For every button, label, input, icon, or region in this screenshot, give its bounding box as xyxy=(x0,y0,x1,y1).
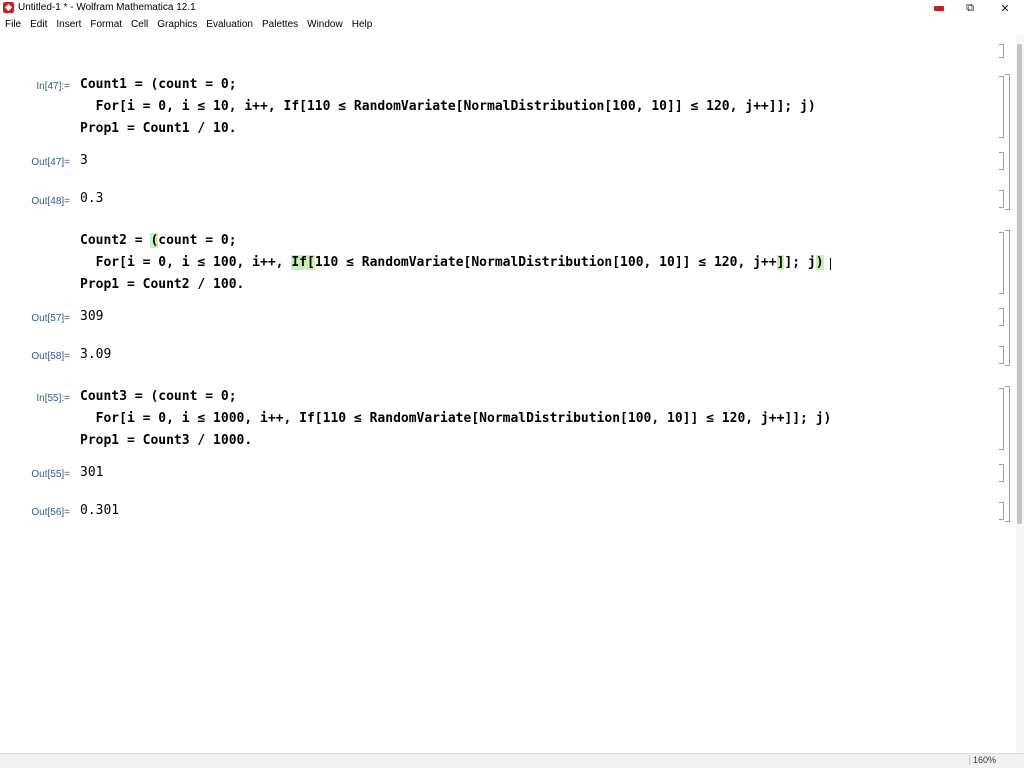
menu-window[interactable]: Window xyxy=(302,17,347,33)
cell-bracket[interactable] xyxy=(999,464,1004,482)
menu-file[interactable]: File xyxy=(0,17,25,33)
output-label-58: Out[58]= xyxy=(31,351,70,362)
cell-bracket[interactable] xyxy=(999,502,1004,520)
input-cell-count1[interactable]: Count1 = (count = 0; For[i = 0, i ≤ 10, … xyxy=(80,74,816,140)
cell-bracket[interactable] xyxy=(999,308,1004,326)
scrollbar-thumb[interactable] xyxy=(1017,44,1022,524)
output-cell-48[interactable]: 0.3 xyxy=(80,191,103,206)
menu-cell[interactable]: Cell xyxy=(126,17,152,33)
minimize-icon xyxy=(934,5,944,11)
output-cell-47[interactable]: 3 xyxy=(80,153,88,168)
cell-bracket[interactable] xyxy=(999,152,1004,170)
input-cell-count3[interactable]: Count3 = (count = 0; For[i = 0, i ≤ 1000… xyxy=(80,386,831,452)
code-line: Count2 = (count = 0; xyxy=(80,230,824,252)
code-text: ]; j xyxy=(784,255,816,270)
code-line: Count3 = (count = 0; xyxy=(80,389,237,404)
status-bar: 160% xyxy=(0,753,1024,768)
output-label-55: Out[55]= xyxy=(31,469,70,480)
code-line: Count1 = (count = 0; xyxy=(80,77,237,92)
output-cell-56[interactable]: 0.301 xyxy=(80,503,119,518)
code-text: Count2 = xyxy=(80,233,151,248)
menu-graphics[interactable]: Graphics xyxy=(152,17,201,33)
menu-insert[interactable]: Insert xyxy=(51,17,85,33)
group-bracket[interactable] xyxy=(1005,386,1010,522)
output-cell-58[interactable]: 3.09 xyxy=(80,347,111,362)
menu-evaluation[interactable]: Evaluation xyxy=(201,17,257,33)
group-bracket[interactable] xyxy=(1005,230,1010,366)
code-line: For[i = 0, i ≤ 100, i++, If[110 ≤ Random… xyxy=(80,252,824,274)
text-cursor xyxy=(830,258,831,270)
maximize-icon: ⧉ xyxy=(966,1,974,14)
group-bracket[interactable] xyxy=(1005,74,1010,210)
menu-format[interactable]: Format xyxy=(85,17,126,33)
output-cell-57[interactable]: 309 xyxy=(80,309,103,324)
minimize-button[interactable] xyxy=(922,0,956,16)
close-icon: ✕ xyxy=(1000,1,1010,15)
bracket-highlight: ) xyxy=(815,255,824,270)
menu-palettes[interactable]: Palettes xyxy=(257,17,302,33)
cell-bracket[interactable] xyxy=(999,76,1004,138)
bracket-highlight: If[ xyxy=(291,255,315,270)
output-label-48: Out[48]= xyxy=(31,196,70,207)
output-label-47: Out[47]= xyxy=(31,157,70,168)
cell-bracket[interactable] xyxy=(999,388,1004,450)
input-cell-count2[interactable]: Count2 = (count = 0; For[i = 0, i ≤ 100,… xyxy=(80,230,824,296)
maximize-button[interactable]: ⧉ xyxy=(953,0,987,16)
input-label-47: In[47]:= xyxy=(36,81,70,92)
title-bar: Untitled-1 * - Wolfram Mathematica 12.1 … xyxy=(0,0,1024,16)
code-line: Prop1 = Count1 / 10. xyxy=(80,121,237,136)
code-text: count = 0; xyxy=(158,233,237,248)
code-text: For[i = 0, i ≤ 100, i++, xyxy=(80,255,292,270)
code-text: 110 ≤ RandomVariate[NormalDistribution[1… xyxy=(314,255,777,270)
menu-help[interactable]: Help xyxy=(347,17,377,33)
cell-bracket[interactable] xyxy=(999,190,1004,208)
code-line: Prop1 = Count3 / 1000. xyxy=(80,433,253,448)
output-cell-55[interactable]: 301 xyxy=(80,465,103,480)
input-label-55: In[55]:= xyxy=(36,393,70,404)
menu-bar: File Edit Insert Format Cell Graphics Ev… xyxy=(0,17,1024,33)
zoom-level[interactable]: 160% xyxy=(969,755,999,765)
code-line: For[i = 0, i ≤ 10, i++, If[110 ≤ RandomV… xyxy=(80,99,816,114)
code-line: For[i = 0, i ≤ 1000, i++, If[110 ≤ Rando… xyxy=(80,411,832,426)
cell-bracket[interactable] xyxy=(999,346,1004,364)
cell-bracket[interactable] xyxy=(999,232,1004,294)
code-line: Prop1 = Count2 / 100. xyxy=(80,277,245,292)
cell-bracket[interactable] xyxy=(999,44,1004,58)
output-label-56: Out[56]= xyxy=(31,507,70,518)
mathematica-logo-icon xyxy=(3,2,14,13)
close-button[interactable]: ✕ xyxy=(988,0,1022,16)
output-label-57: Out[57]= xyxy=(31,313,70,324)
menu-edit[interactable]: Edit xyxy=(25,17,51,33)
window-title: Untitled-1 * - Wolfram Mathematica 12.1 xyxy=(18,2,196,13)
